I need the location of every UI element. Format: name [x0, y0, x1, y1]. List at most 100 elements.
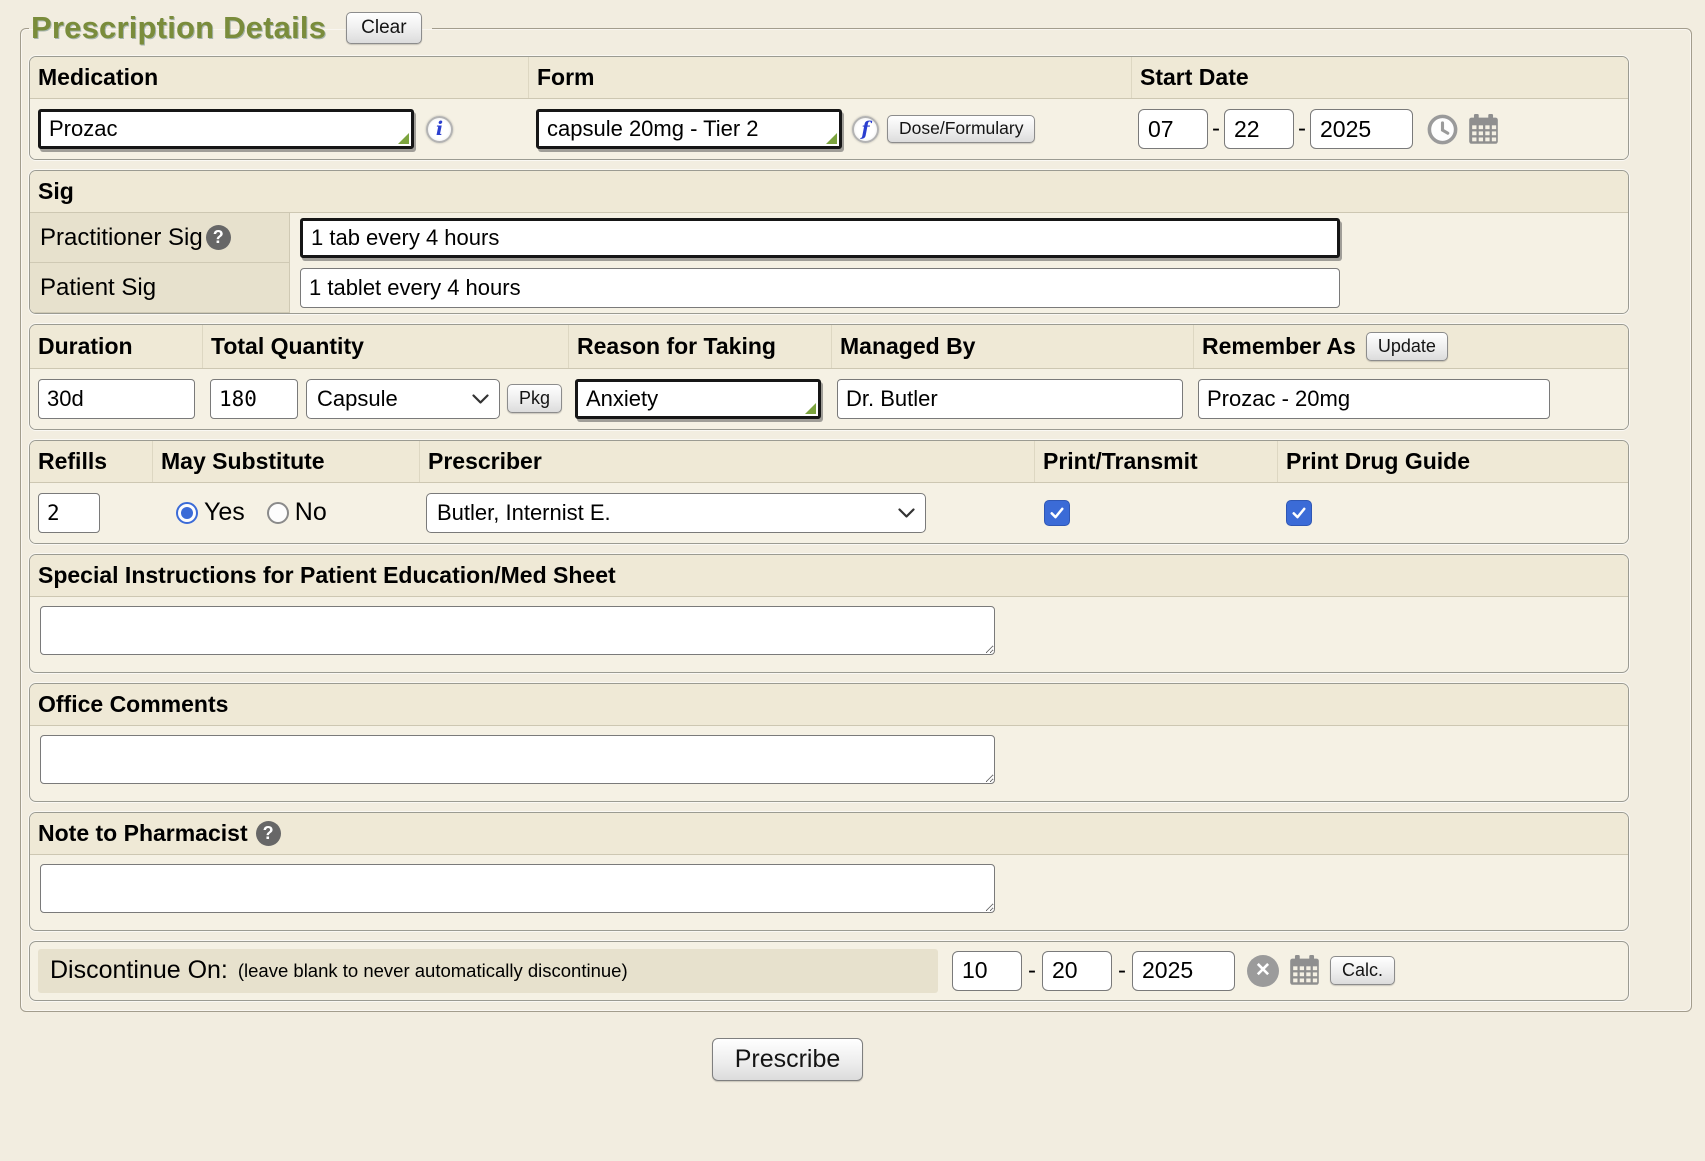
update-button[interactable]: Update	[1366, 332, 1448, 361]
formulary-icon[interactable]: f	[852, 116, 879, 143]
reason-input-box	[575, 379, 821, 419]
pkg-button[interactable]: Pkg	[507, 384, 562, 413]
info-icon-glyph: i	[436, 118, 443, 140]
discontinue-month-input[interactable]	[953, 952, 1021, 990]
start-year-input[interactable]	[1311, 110, 1412, 148]
print-transmit-label: Print/Transmit	[1035, 441, 1277, 482]
refills-label: Refills	[30, 441, 152, 482]
start-month-input[interactable]	[1139, 110, 1207, 148]
clear-button[interactable]: Clear	[346, 12, 421, 44]
refills-input[interactable]	[39, 494, 99, 532]
duration-input-box	[38, 379, 195, 419]
remember-as-input[interactable]	[1199, 380, 1549, 418]
medication-section-header: Medication Form Start Date	[30, 57, 1628, 99]
discontinue-year-box	[1132, 951, 1235, 991]
patient-sig-input-box	[300, 268, 1340, 308]
discontinue-label-band: Discontinue On: (leave blank to never au…	[38, 949, 938, 993]
info-icon[interactable]: i	[426, 116, 453, 143]
discontinue-section: Discontinue On: (leave blank to never au…	[29, 941, 1629, 1001]
medication-input-box	[38, 109, 414, 149]
help-icon-glyph: ?	[263, 823, 274, 844]
managed-by-input[interactable]	[838, 380, 1182, 418]
note-to-pharmacist-textarea[interactable]	[40, 864, 995, 913]
practitioner-sig-label: Practitioner Sig	[40, 224, 203, 252]
quantity-unit-value: Capsule	[317, 386, 398, 412]
start-day-input[interactable]	[1225, 110, 1293, 148]
help-icon[interactable]: ?	[206, 225, 231, 250]
date-separator: -	[1212, 115, 1220, 143]
office-comments-textarea[interactable]	[40, 735, 995, 784]
form-label: Form	[529, 57, 1131, 98]
legend: Prescription Details Clear	[29, 10, 432, 46]
start-date-label: Start Date	[1132, 57, 1628, 98]
prescribe-button[interactable]: Prescribe	[712, 1038, 864, 1081]
practitioner-sig-input[interactable]	[303, 221, 1337, 255]
substitute-no-label: No	[295, 498, 327, 527]
help-icon-glyph: ?	[213, 227, 224, 248]
discontinue-year-input[interactable]	[1133, 952, 1234, 990]
prescriber-value: Butler, Internist E.	[437, 500, 611, 526]
details-section-body: Capsule Pkg	[30, 369, 1628, 429]
refills-section-body: Yes No Butler, Internist E.	[30, 483, 1628, 543]
practitioner-sig-label-cell: Practitioner Sig ?	[30, 213, 290, 263]
discontinue-hint: (leave blank to never automatically disc…	[238, 960, 628, 982]
help-icon[interactable]: ?	[256, 821, 281, 846]
form-input[interactable]	[539, 112, 839, 146]
substitute-no-radio[interactable]: No	[267, 498, 327, 527]
medication-section-body: i f Dose/Formulary - -	[30, 99, 1628, 159]
start-year-box	[1310, 109, 1413, 149]
clear-date-icon[interactable]: ✕	[1247, 955, 1279, 987]
discontinue-day-box	[1042, 951, 1112, 991]
managed-by-input-box	[837, 379, 1183, 419]
start-day-box	[1224, 109, 1294, 149]
duration-label: Duration	[30, 326, 202, 367]
refills-section: Refills May Substitute Prescriber Print/…	[29, 440, 1629, 544]
formulary-icon-glyph: f	[861, 118, 869, 140]
calc-button[interactable]: Calc.	[1330, 956, 1395, 985]
patient-sig-input[interactable]	[301, 269, 1339, 307]
reason-for-taking-label: Reason for Taking	[569, 326, 831, 367]
calendar-icon[interactable]	[1289, 955, 1320, 986]
quantity-unit-select[interactable]: Capsule	[306, 379, 500, 419]
special-instructions-textarea[interactable]	[40, 606, 995, 655]
form-input-box	[536, 109, 842, 149]
substitute-yes-radio[interactable]: Yes	[176, 498, 245, 527]
patient-sig-label: Patient Sig	[40, 274, 156, 302]
special-instructions-section: Special Instructions for Patient Educati…	[29, 554, 1629, 673]
discontinue-label: Discontinue On:	[50, 956, 228, 985]
prescriber-select[interactable]: Butler, Internist E.	[426, 493, 926, 533]
radio-unchecked-icon	[267, 502, 289, 524]
discontinue-month-box	[952, 951, 1022, 991]
duration-input[interactable]	[39, 380, 194, 418]
total-quantity-label: Total Quantity	[203, 326, 568, 367]
start-month-box	[1138, 109, 1208, 149]
check-icon	[1048, 504, 1066, 522]
sig-section: Sig Practitioner Sig ? Patient Sig	[29, 170, 1629, 314]
discontinue-day-input[interactable]	[1043, 952, 1111, 990]
medication-section: Medication Form Start Date i f Dose/Form…	[29, 56, 1629, 160]
office-comments-section: Office Comments	[29, 683, 1629, 802]
refills-input-box	[38, 493, 100, 533]
sig-label: Sig	[30, 171, 74, 212]
total-quantity-input[interactable]	[211, 380, 297, 418]
managed-by-label: Managed By	[832, 326, 1193, 367]
prescription-details-fieldset: Prescription Details Clear Medication Fo…	[20, 10, 1692, 1012]
print-transmit-checkbox[interactable]	[1044, 500, 1070, 526]
clock-icon[interactable]	[1427, 114, 1458, 145]
date-separator: -	[1118, 957, 1126, 985]
note-to-pharmacist-label: Note to Pharmacist	[38, 820, 248, 847]
medication-label: Medication	[30, 57, 528, 98]
details-section-header: Duration Total Quantity Reason for Takin…	[30, 325, 1628, 369]
special-instructions-label: Special Instructions for Patient Educati…	[30, 555, 616, 596]
calendar-icon[interactable]	[1468, 114, 1499, 145]
check-icon	[1290, 504, 1308, 522]
medication-input[interactable]	[41, 112, 411, 146]
note-to-pharmacist-section: Note to Pharmacist ?	[29, 812, 1629, 931]
dose-formulary-button[interactable]: Dose/Formulary	[887, 115, 1035, 143]
reason-input[interactable]	[578, 382, 818, 416]
remember-as-input-box	[1198, 379, 1550, 419]
print-drug-guide-checkbox[interactable]	[1286, 500, 1312, 526]
total-quantity-input-box	[210, 379, 298, 419]
details-section: Duration Total Quantity Reason for Takin…	[29, 324, 1629, 430]
office-comments-label: Office Comments	[30, 684, 228, 725]
